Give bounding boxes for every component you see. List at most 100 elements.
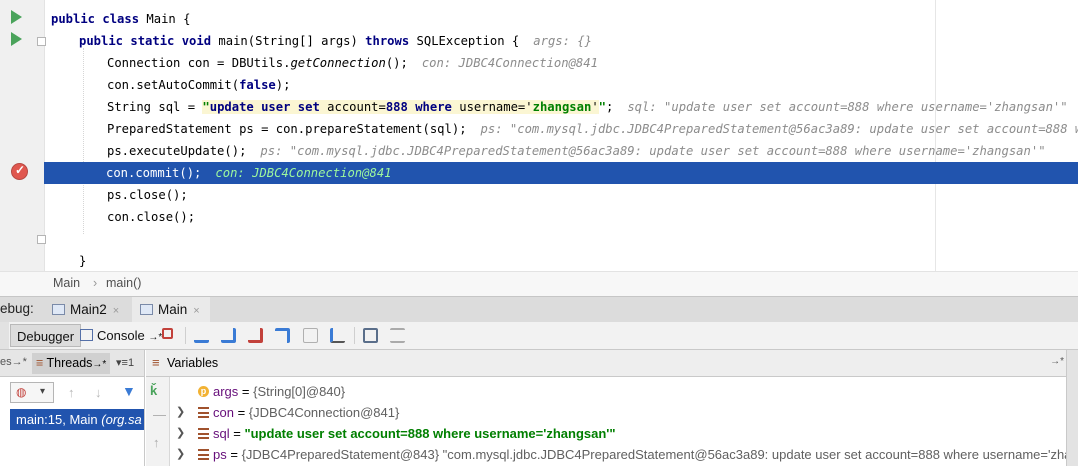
variables-header: ≡ Variables →* (146, 350, 1066, 377)
code-token: con.setAutoCommit( (107, 78, 240, 92)
code-token: SQLException { (416, 34, 520, 48)
code-token: getConnection (290, 56, 386, 70)
variable-name: sql (213, 426, 230, 441)
code-editor[interactable]: public class Main {public static void ma… (0, 0, 1078, 271)
code-token: ; (606, 100, 614, 114)
variable-equals: = (229, 426, 245, 441)
tab-debugger[interactable]: Debugger (10, 324, 82, 347)
breadcrumb-separator: › (93, 276, 98, 290)
code-text: } (79, 250, 86, 271)
chevron-right-icon[interactable]: ❯ (176, 423, 185, 444)
frames-tab-fragment[interactable]: es→* (0, 356, 27, 368)
code-text: ps.close(); (107, 184, 188, 206)
variable-value: {JDBC4PreparedStatement@843} "com.mysql.… (241, 447, 1066, 462)
debug-label: ebug: (0, 301, 34, 316)
code-area[interactable]: public class Main {public static void ma… (44, 0, 1078, 271)
drop-frame-icon[interactable] (303, 328, 318, 343)
variable-value: {String[0]@840} (253, 384, 346, 399)
variable-row[interactable]: ❯ con = {JDBC4Connection@841} (170, 402, 1066, 423)
tab-threads[interactable]: ≡ Threads→* (32, 353, 111, 374)
threads-icon: ≡ (36, 356, 44, 370)
code-text: con.setAutoCommit(false); (107, 74, 290, 96)
close-icon[interactable]: × (113, 305, 119, 317)
code-token: public static void (79, 34, 219, 48)
thread-selector[interactable]: ◍ ▾ (10, 382, 54, 403)
variable-equals: = (226, 447, 242, 462)
frame-item[interactable]: main:15, Main (org.sa (10, 409, 144, 430)
step-over-icon[interactable] (194, 328, 209, 343)
variables-side-toolbar: ǩ — ↑ (146, 377, 170, 466)
arrow-down-icon[interactable]: ↓ (95, 385, 102, 400)
variables-panel: p args = {String[0]@840} ❯ con = {JDBC4Conn… (170, 377, 1066, 466)
inline-debug-value: args: {} (533, 34, 592, 48)
code-token: account= (327, 100, 386, 114)
current-execution-line[interactable]: con.commit(); con: JDBC4Connection@841 (44, 162, 1078, 184)
close-icon[interactable]: × (193, 305, 199, 317)
toolbar-separator (185, 327, 186, 344)
run-to-cursor-icon[interactable] (330, 328, 345, 343)
variable-row[interactable]: ❯ ps = {JDBC4PreparedStatement@843} "com.… (170, 444, 1066, 465)
right-side-strip (1066, 350, 1078, 466)
toolbar-separator (354, 327, 355, 344)
run-config-icon (140, 304, 153, 315)
field-icon (198, 407, 209, 418)
variable-value: "update user set account=888 where usern… (244, 426, 616, 441)
code-token: con.close(); (107, 210, 196, 224)
tab-console[interactable]: Console →* (74, 324, 168, 347)
trace-icon[interactable] (390, 328, 405, 343)
code-token: " (598, 100, 606, 114)
pin-tab-icon[interactable]: →* (92, 359, 106, 370)
move-watch-up-icon[interactable]: ↑ (153, 435, 160, 450)
evaluate-expression-icon[interactable] (363, 328, 378, 343)
step-into-icon[interactable] (221, 328, 236, 343)
inline-debug-value: con: JDBC4Connection@841 (215, 166, 392, 180)
code-text: String sql = "update user set account=88… (107, 96, 1068, 118)
variable-name: args (213, 384, 239, 399)
breadcrumb-method[interactable]: main() (106, 276, 141, 290)
code-token: 888 (385, 100, 416, 114)
force-step-into-icon[interactable] (248, 328, 263, 343)
console-icon (80, 329, 93, 341)
debug-tab-label: Main2 (70, 302, 107, 317)
run-main-icon[interactable] (11, 32, 22, 46)
debug-tab-main2[interactable]: Main2 × (44, 297, 129, 322)
pin-tab-icon[interactable]: →* (1050, 356, 1064, 367)
code-token: " (202, 100, 210, 114)
variables-icon: ≡ (152, 355, 160, 370)
debug-tab-main[interactable]: Main × (132, 297, 210, 322)
breadcrumb-class[interactable]: Main (53, 276, 80, 290)
variable-row[interactable]: p args = {String[0]@840} (170, 381, 1066, 402)
field-icon (198, 449, 209, 460)
code-token: Main { (146, 12, 191, 26)
variable-row[interactable]: ❯ sql = "update user set account=888 wher… (170, 423, 1066, 444)
remove-watch-icon[interactable]: — (153, 407, 166, 422)
filter-icon[interactable]: ▼ (122, 383, 136, 399)
code-text: public class Main { (51, 8, 190, 30)
inline-debug-value: ps: "com.mysql.jdbc.JDBC4PreparedStateme… (260, 144, 1046, 158)
code-token: } (79, 254, 87, 268)
code-token: ' (591, 100, 599, 114)
show-execution-point-icon[interactable] (162, 328, 173, 339)
run-class-icon[interactable] (11, 10, 22, 24)
editor-gutter[interactable] (0, 0, 46, 271)
breakpoint-icon[interactable] (11, 163, 28, 180)
debug-tool-window-header: ebug: Main2 × Main × (0, 296, 1078, 323)
step-out-icon[interactable] (275, 328, 290, 343)
code-token: PreparedStatement ps = con.prepareStatem… (107, 122, 467, 136)
frame-label: main:15, Main (16, 412, 98, 427)
frames-menu-icon[interactable]: ▾≡1 (116, 356, 134, 369)
new-watch-icon[interactable]: ǩ (150, 383, 157, 398)
chevron-right-icon[interactable]: ❯ (176, 444, 185, 465)
pin-tab-icon[interactable]: →* (148, 332, 162, 343)
code-token: username=' (459, 100, 533, 114)
code-token: main(String[] args) (218, 34, 366, 48)
code-token: String sql = (107, 100, 203, 114)
field-icon (198, 428, 209, 439)
arrow-up-icon[interactable]: ↑ (68, 385, 75, 400)
chevron-right-icon[interactable]: ❯ (176, 402, 185, 423)
code-text: public static void main(String[] args) t… (79, 30, 592, 52)
code-token: public class (51, 12, 147, 26)
code-token: update user set (209, 100, 328, 114)
run-config-icon (52, 304, 65, 315)
code-token: throws (365, 34, 417, 48)
